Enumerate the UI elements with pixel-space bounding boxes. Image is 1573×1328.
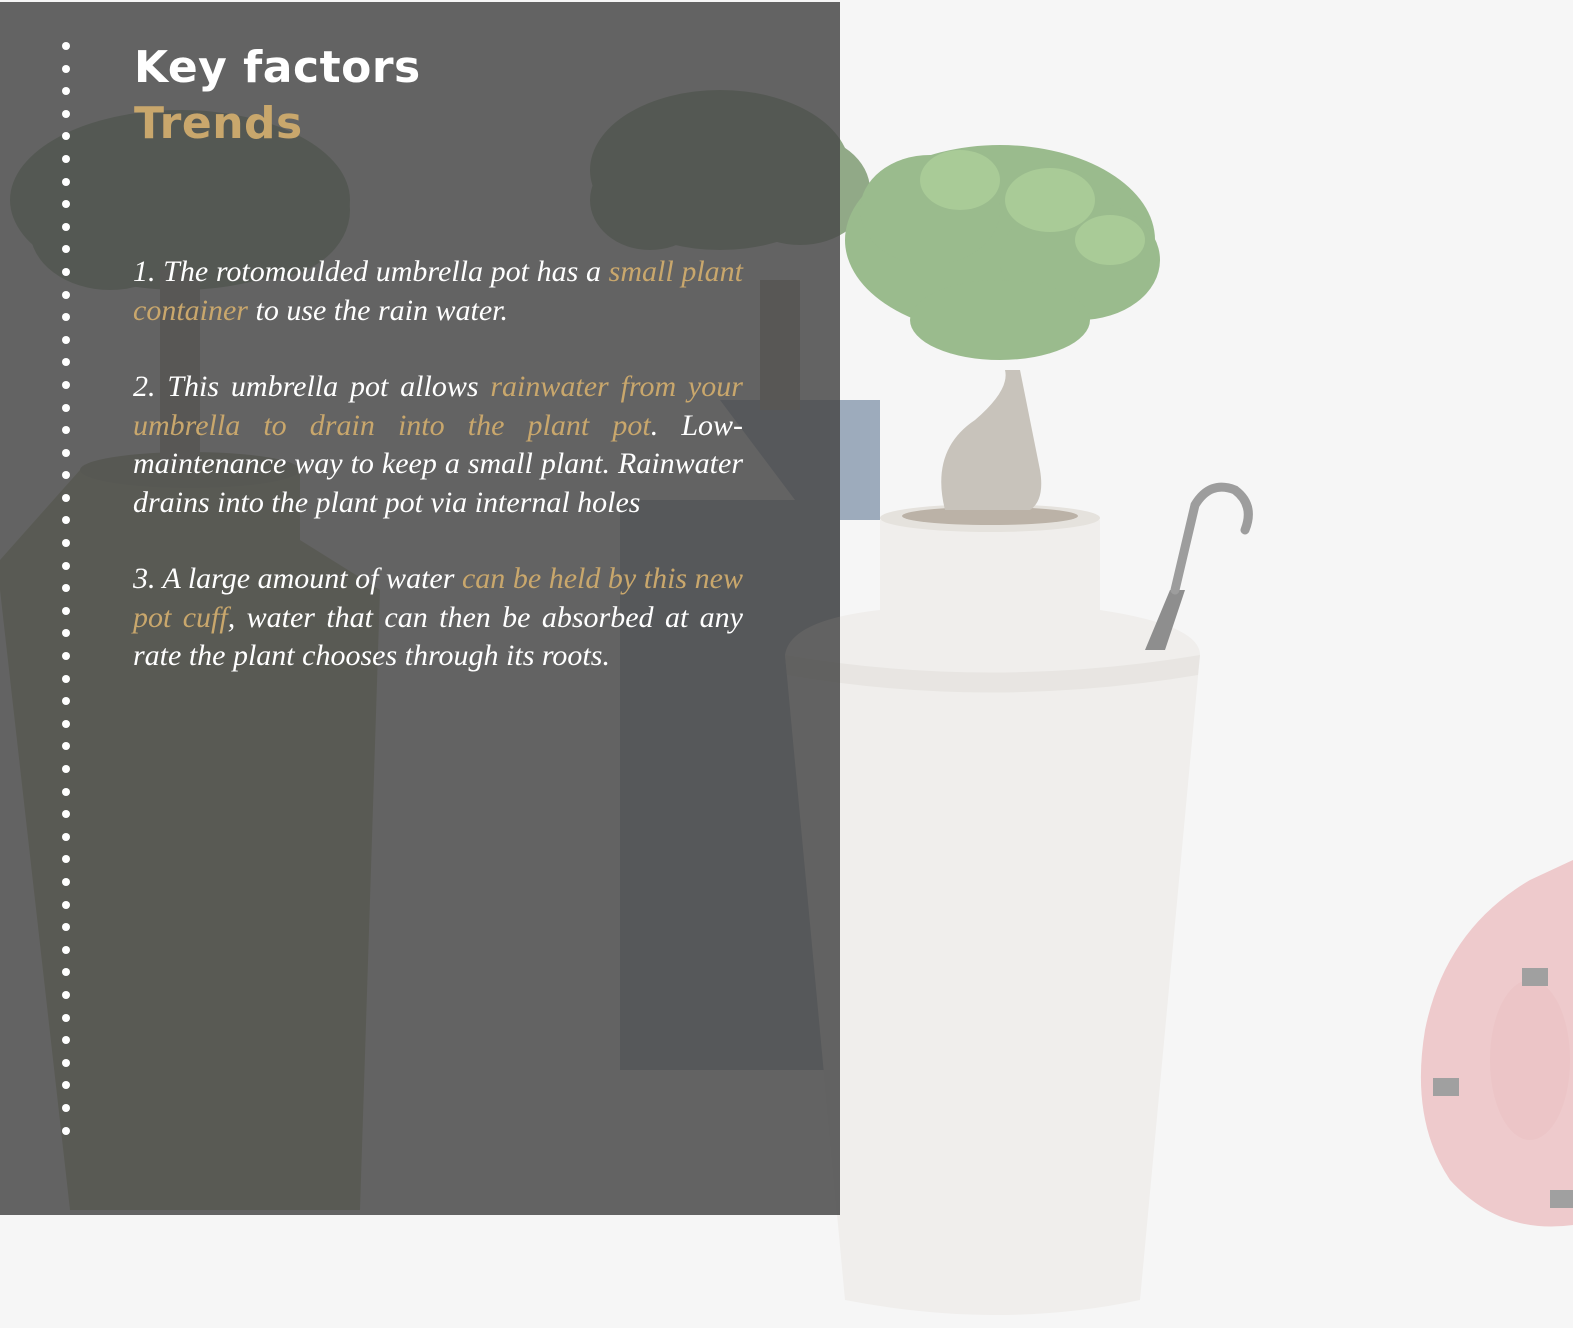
dot-icon — [62, 968, 70, 977]
dot-icon — [62, 132, 70, 141]
dot-icon — [62, 990, 70, 999]
trends-list: 1. The rotomoulded umbrella pot has a sm… — [133, 253, 743, 714]
dot-icon — [62, 109, 70, 118]
dot-icon — [62, 177, 70, 186]
trend-paragraph: 1. The rotomoulded umbrella pot has a sm… — [133, 253, 743, 330]
slide-title: Key factors Trends — [134, 40, 421, 152]
dot-icon — [62, 42, 70, 50]
dot-icon — [62, 1126, 70, 1135]
trend-paragraph: 2. This umbrella pot allows rainwater fr… — [133, 368, 743, 522]
dot-icon — [62, 945, 70, 954]
dot-icon — [62, 380, 70, 389]
paragraph-text: 2. This umbrella pot allows — [133, 370, 491, 403]
dot-icon — [62, 539, 70, 548]
dot-icon — [62, 923, 70, 932]
dot-icon — [62, 335, 70, 344]
dot-icon — [62, 742, 70, 751]
dot-icon — [62, 787, 70, 796]
dot-icon — [62, 877, 70, 886]
dot-icon — [62, 245, 70, 254]
dot-icon — [62, 1058, 70, 1067]
dot-icon — [62, 584, 70, 593]
dot-icon — [62, 900, 70, 909]
dot-icon — [62, 1081, 70, 1090]
dot-icon — [62, 200, 70, 209]
dot-icon — [62, 652, 70, 661]
paragraph-text: to use the rain water. — [247, 293, 508, 327]
dot-icon — [62, 1036, 70, 1045]
dot-icon — [62, 606, 70, 615]
dot-icon — [62, 448, 70, 457]
dot-icon — [62, 222, 70, 231]
dot-icon — [62, 516, 70, 525]
subtitle-trends: Trends — [134, 98, 303, 149]
title-key-factors: Key factors — [134, 42, 421, 93]
dot-icon — [62, 426, 70, 435]
dot-icon — [62, 290, 70, 299]
dot-icon — [62, 697, 70, 706]
dot-icon — [62, 267, 70, 276]
dot-icon — [62, 313, 70, 322]
dot-icon — [62, 561, 70, 570]
dot-icon — [62, 1013, 70, 1022]
dot-icon — [62, 765, 70, 773]
dot-icon — [62, 493, 70, 502]
dot-icon — [62, 1103, 70, 1112]
dot-icon — [62, 810, 70, 819]
trend-paragraph: 3. A large amount of water can be held b… — [133, 560, 743, 676]
paragraph-text: 1. The rotomoulded umbrella pot has a — [133, 255, 609, 288]
paragraph-text: 3. A large amount of water — [133, 562, 462, 595]
dot-icon — [62, 64, 70, 73]
dot-icon — [62, 403, 70, 412]
dot-icon — [62, 87, 70, 96]
dot-icon — [62, 719, 70, 728]
dot-icon — [62, 674, 70, 683]
dot-icon — [62, 358, 70, 367]
dot-icon — [62, 832, 70, 841]
dot-icon — [62, 471, 70, 480]
dot-icon — [62, 629, 70, 638]
vertical-dotted-line-icon — [62, 42, 72, 1135]
dot-icon — [62, 855, 70, 864]
dot-icon — [62, 154, 70, 163]
